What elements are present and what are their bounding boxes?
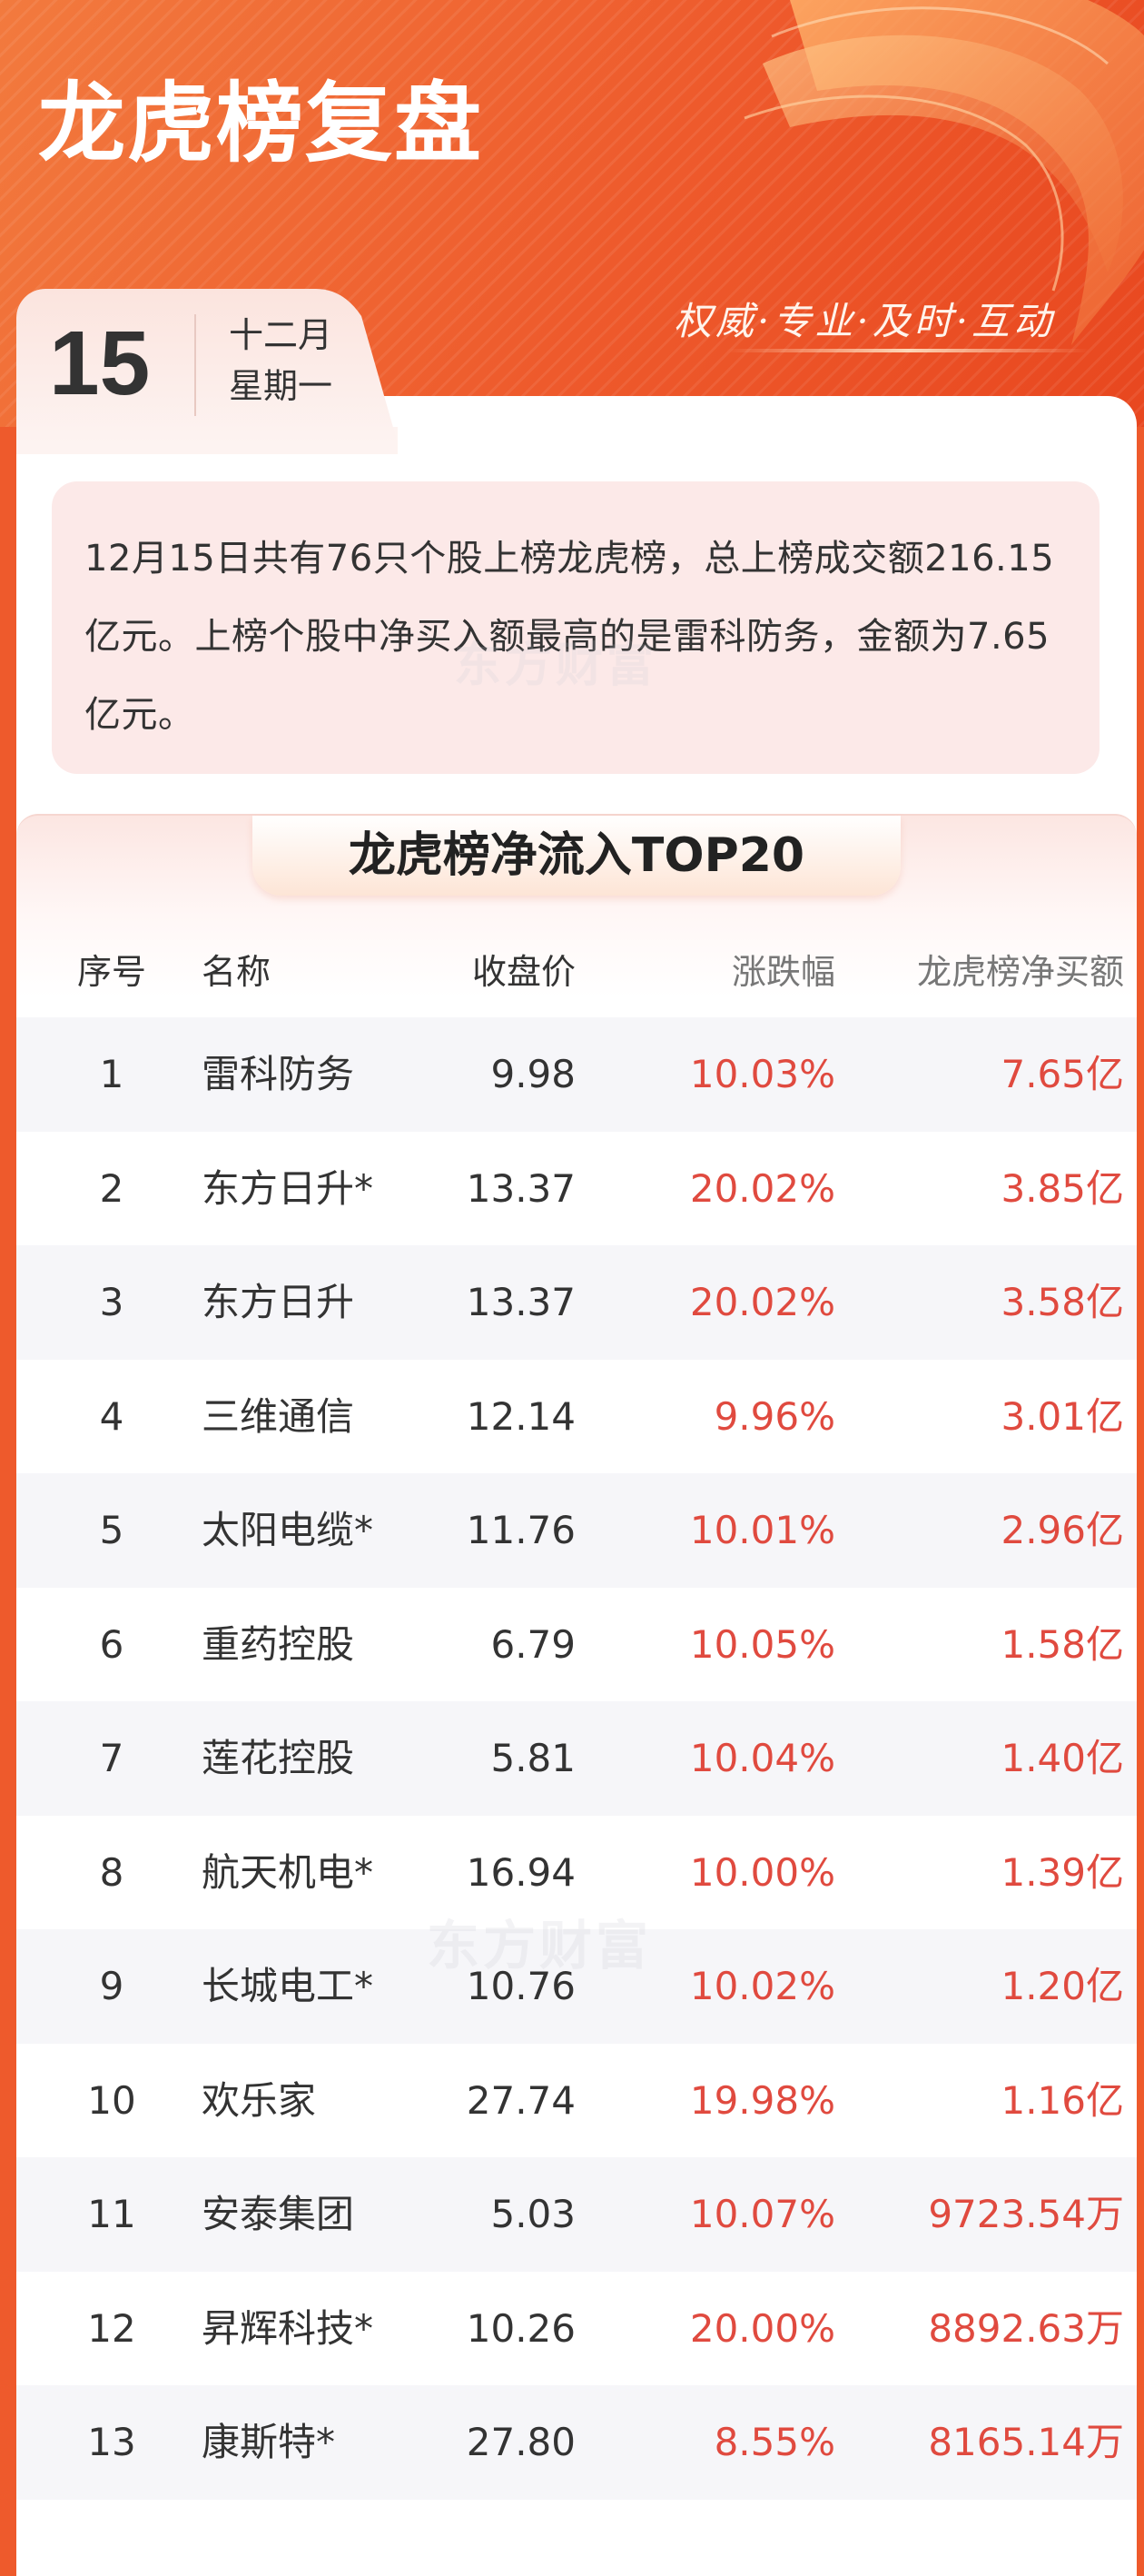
cell-name: 东方日升 xyxy=(202,1280,355,1324)
table-row[interactable]: 4 三维通信 12.14 9.96% 3.01亿 xyxy=(16,1360,1137,1474)
cell-change: 20.02% xyxy=(689,1280,835,1324)
cell-name: 安泰集团 xyxy=(202,2192,355,2236)
cell-change: 20.02% xyxy=(689,1165,835,1211)
table-row[interactable]: 13 康斯特* 27.80 8.55% 8165.14万 xyxy=(16,2385,1137,2500)
cell-net-buy: 7.65亿 xyxy=(1001,1052,1124,1096)
table-row[interactable]: 2 东方日升* 13.37 20.02% 3.85亿 xyxy=(16,1132,1137,1246)
table-row[interactable]: 6 重药控股 6.79 10.05% 1.58亿 xyxy=(16,1588,1137,1702)
cell-change: 10.01% xyxy=(689,1508,835,1552)
watermark-top: 东方财富 xyxy=(454,639,658,693)
cell-rank: 10 xyxy=(87,2077,136,2123)
table-row[interactable]: 3 东方日升 13.37 20.02% 3.58亿 xyxy=(16,1245,1137,1360)
cell-rank: 3 xyxy=(99,1280,124,1324)
header-change: 涨跌幅 xyxy=(731,952,835,992)
cell-change: 20.00% xyxy=(689,2305,835,2351)
cell-price: 13.37 xyxy=(466,1280,576,1324)
cell-price: 11.76 xyxy=(466,1508,576,1552)
cell-change: 10.07% xyxy=(689,2192,835,2236)
date-weekday: 星期一 xyxy=(229,366,333,406)
cell-rank: 9 xyxy=(99,1964,124,2008)
cell-price: 13.37 xyxy=(466,1165,576,1211)
cell-net-buy: 8892.63万 xyxy=(928,2305,1124,2351)
cell-price: 12.14 xyxy=(466,1393,576,1439)
cell-change: 10.05% xyxy=(689,1621,835,1667)
cell-name: 东方日升* xyxy=(202,1165,374,1211)
cell-net-buy: 8165.14万 xyxy=(928,2420,1124,2464)
cell-price: 5.03 xyxy=(490,2192,576,2236)
cell-rank: 6 xyxy=(99,1621,124,1667)
cell-name: 康斯特* xyxy=(202,2420,336,2464)
table-body: 1 雷科防务 9.98 10.03% 7.65亿 2 东方日升* 13.37 2… xyxy=(16,1017,1137,2500)
header-name: 名称 xyxy=(202,952,271,992)
cell-rank: 12 xyxy=(87,2305,136,2351)
cell-rank: 2 xyxy=(99,1165,124,1211)
cell-rank: 8 xyxy=(99,1849,124,1895)
cell-change: 19.98% xyxy=(689,2077,835,2123)
cell-change: 9.96% xyxy=(714,1393,835,1439)
page-title: 龙虎榜复盘 xyxy=(38,73,483,174)
table-row[interactable]: 7 莲花控股 5.81 10.04% 1.40亿 xyxy=(16,1701,1137,1816)
cell-net-buy: 3.85亿 xyxy=(1001,1165,1124,1211)
cell-change: 10.03% xyxy=(689,1052,835,1096)
cell-price: 5.81 xyxy=(490,1736,576,1780)
date-divider xyxy=(194,314,196,416)
cell-net-buy: 3.58亿 xyxy=(1001,1280,1124,1324)
cell-net-buy: 3.01亿 xyxy=(1001,1393,1124,1439)
cell-net-buy: 1.16亿 xyxy=(1001,2077,1124,2123)
date-day: 15 xyxy=(49,312,151,414)
cell-change: 10.04% xyxy=(689,1736,835,1780)
cell-name: 昇辉科技* xyxy=(202,2305,374,2351)
cell-name: 重药控股 xyxy=(202,1621,355,1667)
watermark-logo: 东方财富 xyxy=(427,1915,653,1977)
cell-rank: 7 xyxy=(99,1736,124,1780)
table-row[interactable]: 1 雷科防务 9.98 10.03% 7.65亿 xyxy=(16,1017,1137,1132)
table-header: 序号 名称 收盘价 涨跌幅 龙虎榜净买额 xyxy=(16,936,1137,1008)
table-row[interactable]: 5 太阳电缆* 11.76 10.01% 2.96亿 xyxy=(16,1473,1137,1588)
slogan-underline xyxy=(726,349,1090,352)
cell-net-buy: 2.96亿 xyxy=(1001,1508,1124,1552)
table-title: 龙虎榜净流入TOP20 xyxy=(252,816,901,896)
cell-net-buy: 1.58亿 xyxy=(1001,1621,1124,1667)
cell-rank: 5 xyxy=(99,1508,124,1552)
table-row[interactable]: 12 昇辉科技* 10.26 20.00% 8892.63万 xyxy=(16,2272,1137,2386)
cell-net-buy: 1.40亿 xyxy=(1001,1736,1124,1780)
cell-name: 太阳电缆* xyxy=(202,1508,374,1552)
cell-name: 雷科防务 xyxy=(202,1052,355,1096)
header-price: 收盘价 xyxy=(471,952,576,992)
cell-name: 三维通信 xyxy=(202,1393,355,1439)
cell-name: 欢乐家 xyxy=(202,2077,317,2123)
cell-rank: 4 xyxy=(99,1393,124,1439)
date-tab: 15 十二月 星期一 xyxy=(16,289,398,443)
cell-price: 10.26 xyxy=(466,2305,576,2351)
cell-rank: 1 xyxy=(99,1052,124,1096)
cell-name: 航天机电* xyxy=(202,1849,374,1895)
header-rank: 序号 xyxy=(76,952,146,992)
cell-name: 长城电工* xyxy=(202,1964,374,2008)
cell-price: 27.80 xyxy=(466,2420,576,2464)
header-net-buy: 龙虎榜净买额 xyxy=(916,952,1124,992)
cell-net-buy: 9723.54万 xyxy=(928,2192,1124,2236)
cell-change: 8.55% xyxy=(714,2420,835,2464)
cell-price: 27.74 xyxy=(466,2077,576,2123)
cell-rank: 13 xyxy=(87,2420,136,2464)
cell-rank: 11 xyxy=(87,2192,136,2236)
cell-price: 6.79 xyxy=(490,1621,576,1667)
cell-price: 9.98 xyxy=(490,1052,576,1096)
cell-net-buy: 1.39亿 xyxy=(1001,1849,1124,1895)
cell-name: 莲花控股 xyxy=(202,1736,355,1780)
slogan-text: 权威·专业·及时·互动 xyxy=(674,299,1056,343)
cell-net-buy: 1.20亿 xyxy=(1001,1964,1124,2008)
table-row[interactable]: 10 欢乐家 27.74 19.98% 1.16亿 xyxy=(16,2044,1137,2158)
date-month: 十二月 xyxy=(229,315,333,355)
table-row[interactable]: 11 安泰集团 5.03 10.07% 9723.54万 xyxy=(16,2157,1137,2272)
